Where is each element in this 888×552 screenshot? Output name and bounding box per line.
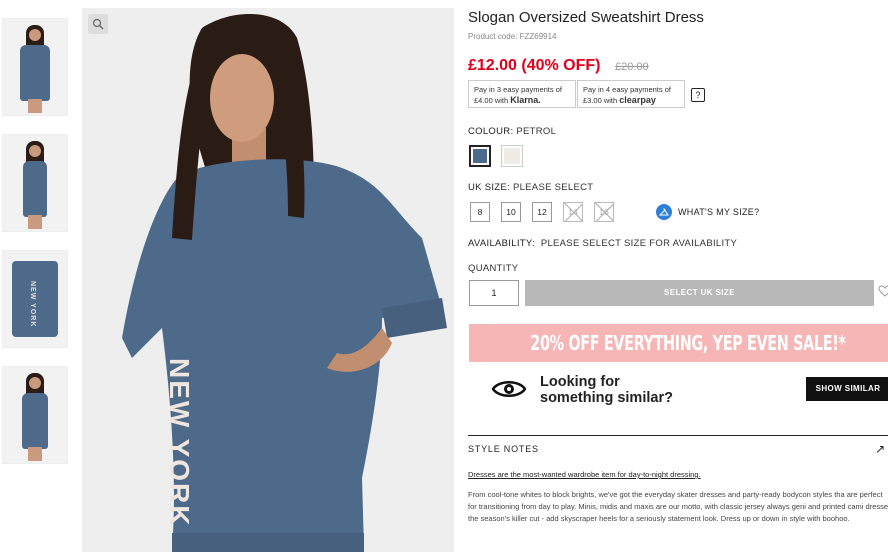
availability-label: AVAILABILITY: [468, 238, 535, 249]
availability-value: PLEASE SELECT SIZE FOR AVAILABILITY [540, 238, 738, 249]
klarna-info[interactable]: Pay in 3 easy payments of £4.00 with Kla… [468, 80, 576, 108]
similar-line1: Looking for [540, 374, 620, 390]
sale-price: £12.00 (40% OFF) [468, 57, 601, 74]
thumbnail-4[interactable] [2, 366, 68, 464]
clearpay-amount: £3.00 with [583, 96, 618, 105]
heart-icon[interactable] [878, 284, 888, 298]
klarna-logo: Klarna. [510, 95, 541, 105]
thumb-legs [28, 447, 42, 461]
thumbnail-gallery: NEW YORK [2, 18, 70, 482]
colour-label: COLOUR: PETROL [468, 126, 556, 137]
swatch-cream[interactable] [501, 145, 523, 167]
thumb-head [29, 29, 41, 41]
clearpay-info[interactable]: Pay in 4 easy payments of £3.00 with cle… [577, 80, 685, 108]
eye-icon [492, 381, 526, 397]
thumb-dress [20, 45, 50, 101]
show-similar-button[interactable]: SHOW SIMILAR [806, 377, 888, 401]
show-similar-section: Looking for something similar? SHOW SIMI… [488, 374, 888, 408]
colour-label-text: COLOUR: [468, 126, 514, 137]
clearpay-line2: £3.00 with clearpay [583, 95, 679, 106]
product-code: Product code: FZZ69914 [468, 32, 557, 41]
size-option-10[interactable]: 10 [501, 202, 521, 222]
similar-heading: Looking for something similar? [540, 374, 673, 406]
swatch-petrol[interactable] [469, 145, 491, 167]
similar-line2: something similar? [540, 390, 673, 406]
clearpay-line1: Pay in 4 easy payments of [583, 85, 671, 94]
thumb-legs [28, 215, 42, 229]
thumbnail-3[interactable]: NEW YORK [2, 250, 68, 348]
style-notes-heading: STYLE NOTES [468, 444, 539, 454]
model-illustration: NEW YORK [122, 14, 447, 552]
style-notes-body: From cool-tone whites to block brights, … [468, 490, 888, 523]
quantity-input[interactable] [469, 280, 519, 306]
size-label: UK SIZE: PLEASE SELECT [468, 182, 593, 193]
size-option-14-unavailable[interactable]: 14 [563, 202, 583, 222]
collapse-arrow-icon: ↗ [875, 442, 886, 456]
swatch-petrol-fill [473, 149, 487, 163]
thumb-legs [28, 99, 42, 113]
klarna-line1: Pay in 3 easy payments of [474, 85, 562, 94]
availability: AVAILABILITY: PLEASE SELECT SIZE FOR AVA… [468, 238, 737, 249]
product-title: Slogan Oversized Sweatshirt Dress [468, 9, 704, 26]
size-option-8[interactable]: 8 [470, 202, 490, 222]
size-option-16-unavailable[interactable]: 16 [594, 202, 614, 222]
size-option-12[interactable]: 12 [532, 202, 552, 222]
original-price: £20.00 [615, 61, 649, 73]
product-details-panel: Slogan Oversized Sweatshirt Dress Produc… [468, 0, 888, 552]
size-label-text: UK SIZE: [468, 182, 510, 193]
promo-banner[interactable]: 20% OFF EVERYTHING, YEP EVEN SALE!* [469, 324, 888, 362]
thumbnail-1[interactable] [2, 18, 68, 116]
thumb-head [29, 145, 41, 157]
klarna-amount: £4.00 with [474, 96, 509, 105]
payment-help-button[interactable]: ? [691, 88, 705, 102]
thumb-head [29, 377, 41, 389]
style-notes-toggle[interactable]: STYLE NOTES ↗ [468, 435, 888, 459]
hanger-icon [656, 204, 672, 220]
thumb-dress [22, 393, 48, 449]
dress-slogan: NEW YORK [164, 358, 195, 528]
add-to-bag-button[interactable]: SELECT UK SIZE [525, 280, 874, 306]
klarna-line2: £4.00 with Klarna. [474, 95, 570, 106]
whats-my-size-link[interactable]: WHAT'S MY SIZE? [656, 204, 759, 220]
style-notes-link[interactable]: Dresses are the most-wanted wardrobe ite… [468, 470, 701, 479]
swatch-cream-fill [504, 148, 520, 164]
clearpay-logo: clearpay [619, 95, 656, 105]
size-value: PLEASE SELECT [512, 182, 594, 193]
promo-text: 20% OFF EVERYTHING, YEP EVEN SALE!* [530, 331, 846, 355]
thumb-slogan: NEW YORK [29, 281, 36, 328]
zoom-button[interactable] [88, 14, 108, 34]
main-product-image[interactable]: NEW YORK [82, 8, 454, 552]
colour-value: PETROL [516, 126, 557, 137]
magnifier-icon [92, 18, 104, 30]
quantity-label: QUANTITY [468, 263, 519, 274]
whats-my-size-text: WHAT'S MY SIZE? [678, 207, 760, 217]
thumb-dress [23, 161, 47, 217]
thumbnail-2[interactable] [2, 134, 68, 232]
